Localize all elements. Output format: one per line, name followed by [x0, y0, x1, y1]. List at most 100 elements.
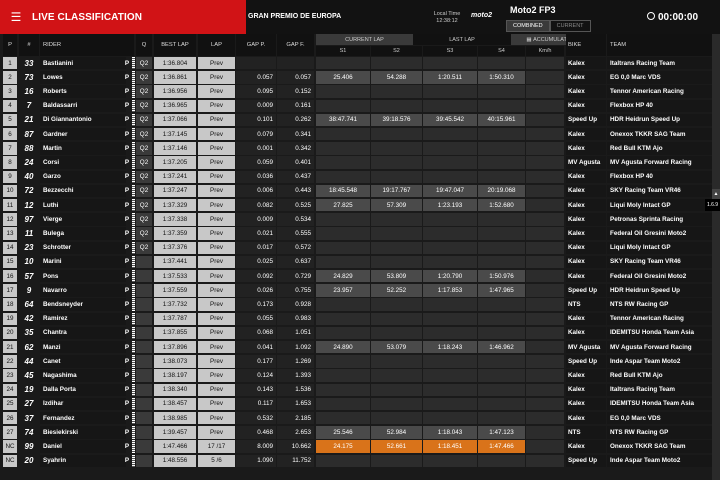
bike-make: Kalex — [566, 369, 606, 382]
sector-1-time: 38:47.741 — [316, 113, 370, 127]
gap-first: 1.051 — [277, 326, 314, 340]
lap-count: 17 /17 — [198, 440, 235, 453]
current-button[interactable]: CURRENT — [549, 20, 591, 32]
speed-value — [526, 454, 564, 467]
sector-3-time: 1:18.451 — [423, 440, 477, 453]
gap-previous: 0.468 — [236, 426, 276, 439]
gap-previous: 0.057 — [236, 71, 276, 84]
table-row[interactable]: 7 88 Martin P Q2 1:37.146 Prev 0.001 0.342 Kalex R… — [0, 142, 712, 155]
practice-flag: P — [124, 428, 130, 436]
rider-name: Ramirez — [40, 312, 126, 325]
table-row[interactable]: NC 20 Syahrin P 1:48.556 5 /6 1.090 11.752 Speed… — [0, 454, 712, 468]
table-row[interactable]: 19 42 Ramirez P 1:37.787 Prev 0.055 0.983 Kalex T… — [0, 312, 712, 326]
lap-count: Prev — [198, 199, 235, 212]
tab-current-lap[interactable]: CURRENT LAP — [316, 34, 413, 45]
sector-2-time: 52.984 — [371, 426, 422, 439]
table-row[interactable]: 14 23 Schrotter P Q2 1:37.376 Prev 0.017 0.572 Ka… — [0, 241, 712, 255]
tab-last-lap[interactable]: LAST LAP — [413, 34, 511, 45]
row-position: 12 — [3, 213, 17, 226]
lap-count: Prev — [198, 241, 235, 254]
sector-4-time — [478, 383, 525, 396]
table-row[interactable]: 10 72 Bezzecchi P Q2 1:37.247 Prev 0.006 0.443 18… — [0, 184, 712, 198]
rider-name: Schrotter — [40, 241, 126, 254]
table-row[interactable]: 4 7 Baldassarri P Q2 1:36.965 Prev 0.009 0.161 Ka… — [0, 99, 712, 113]
qualifying-group — [136, 312, 152, 325]
practice-flag: P — [124, 343, 130, 351]
table-row[interactable]: 15 10 Marini P 1:37.441 Prev 0.025 0.637 Kalex SK… — [0, 255, 712, 269]
table-row[interactable]: 27 74 Biesiekirski P 1:39.457 Prev 0.468 2.653 2… — [0, 426, 712, 439]
sector-3-time: 39:45.542 — [423, 113, 477, 127]
qualifying-group: Q2 — [136, 156, 152, 169]
gap-first: 0.401 — [277, 156, 314, 169]
table-row[interactable]: 5 21 Di Giannantonio P Q2 1:37.066 Prev 0.101 0.… — [0, 113, 712, 127]
qualifying-group: Q2 — [136, 199, 152, 212]
lap-count: Prev — [198, 270, 235, 283]
table-row[interactable]: 24 19 Dalla Porta P 1:38.340 Prev 0.143 1.536 Ka… — [0, 383, 712, 397]
sector-2-time — [371, 170, 422, 183]
team-name: Federal Oil Gresini Moto2 — [607, 270, 712, 283]
sector-1-time: 24.890 — [316, 341, 370, 354]
rider-number: 87 — [24, 129, 34, 139]
bike-make: Kalex — [566, 85, 606, 98]
qualifying-group: Q2 — [136, 184, 152, 198]
lap-count: Prev — [198, 255, 235, 269]
gap-first: 1.092 — [277, 341, 314, 354]
accumulated-icon: ▦ — [526, 36, 534, 43]
table-row[interactable]: 22 44 Canet P 1:38.073 Prev 0.177 1.269 Speed Up… — [0, 355, 712, 368]
gap-first: 0.262 — [277, 113, 314, 127]
table-row[interactable]: 11 12 Luthi P Q2 1:37.329 Prev 0.082 0.525 27.825… — [0, 199, 712, 212]
row-position: 22 — [3, 355, 17, 368]
table-row[interactable]: 18 64 Bendsneyder P 1:37.732 Prev 0.173 0.928 NT… — [0, 298, 712, 311]
table-row[interactable]: 2 73 Lowes P Q2 1:36.861 Prev 0.057 0.057 25.406 5… — [0, 71, 712, 84]
practice-flag: P — [124, 88, 130, 96]
practice-flag: P — [124, 329, 130, 337]
gap-first: 0.928 — [277, 298, 314, 311]
team-name: SKY Racing Team VR46 — [607, 184, 712, 198]
table-row[interactable]: 26 37 Fernandez P 1:38.985 Prev 0.532 2.185 Kale… — [0, 412, 712, 425]
sector-2-time — [371, 369, 422, 382]
sector-1-time: 24.175 — [316, 440, 370, 453]
bike-make: Kalex — [566, 128, 606, 141]
table-row[interactable]: 21 62 Manzi P 1:37.896 Prev 0.041 1.092 24.890 53… — [0, 341, 712, 354]
team-name: MV Agusta Forward Racing — [607, 156, 712, 169]
combined-button[interactable]: COMBINED — [506, 20, 550, 32]
sector-4-time — [478, 326, 525, 340]
rider-number: 88 — [24, 143, 34, 153]
table-row[interactable]: 23 45 Nagashima P 1:38.197 Prev 0.124 1.393 Kale… — [0, 369, 712, 382]
team-name: MV Agusta Forward Racing — [607, 341, 712, 354]
lap-count: Prev — [198, 326, 235, 340]
row-position: 24 — [3, 383, 17, 396]
team-name: Red Bull KTM Ajo — [607, 369, 712, 382]
table-row[interactable]: 12 97 Vierge P Q2 1:37.338 Prev 0.009 0.534 Kalex… — [0, 213, 712, 226]
table-row[interactable]: 13 11 Bulega P Q2 1:37.359 Prev 0.021 0.555 Kalex… — [0, 227, 712, 240]
gap-previous: 0.117 — [236, 397, 276, 411]
sector-2-time — [371, 85, 422, 98]
table-row[interactable]: 8 24 Corsi P Q2 1:37.205 Prev 0.059 0.401 MV Agus… — [0, 156, 712, 169]
scrollbar[interactable] — [712, 34, 720, 480]
rider-number: 40 — [24, 172, 34, 182]
table-row[interactable]: 1 33 Bastianini P Q2 1:36.804 Prev Kalex Italtra… — [0, 57, 712, 70]
team-name: Flexbox HP 40 — [607, 99, 712, 112]
table-row[interactable]: 20 35 Chantra P 1:37.855 Prev 0.068 1.051 Kalex I… — [0, 326, 712, 340]
table-row[interactable]: 16 57 Pons P 1:37.533 Prev 0.092 0.729 24.829 53.… — [0, 270, 712, 283]
table-row[interactable]: NC 99 Daniel P 1:47.466 17 /17 8.009 10.662 24.1… — [0, 440, 712, 453]
table-row[interactable]: 6 87 Gardner P Q2 1:37.145 Prev 0.079 0.341 Kalex… — [0, 128, 712, 141]
table-row[interactable]: 3 16 Roberts P Q2 1:36.956 Prev 0.095 0.152 Kalex… — [0, 85, 712, 98]
collapse-arrow-icon[interactable]: ▲ — [712, 189, 720, 199]
hamburger-menu-icon[interactable]: ☰ — [0, 0, 32, 34]
gap-previous: 0.026 — [236, 284, 276, 297]
checker-flag-icon — [132, 184, 135, 198]
sector-1-time — [316, 142, 370, 155]
speed-value — [526, 213, 564, 226]
bike-make: Kalex — [566, 412, 606, 425]
sector-1-time — [316, 312, 370, 325]
sector-2-time: 54.288 — [371, 71, 422, 84]
table-row[interactable]: 9 40 Garzo P Q2 1:37.241 Prev 0.036 0.437 Kalex Fl… — [0, 170, 712, 184]
table-row[interactable]: 17 9 Navarro P 1:37.559 Prev 0.026 0.755 23.957 5… — [0, 284, 712, 297]
qualifying-group — [136, 341, 152, 354]
rider-name: Bulega — [40, 227, 126, 240]
gap-first: 0.983 — [277, 312, 314, 325]
view-toggle: COMBINED CURRENT — [506, 20, 591, 32]
row-position: 14 — [3, 241, 17, 254]
table-row[interactable]: 25 27 Izdihar P 1:38.457 Prev 0.117 1.653 Kalex I… — [0, 397, 712, 411]
